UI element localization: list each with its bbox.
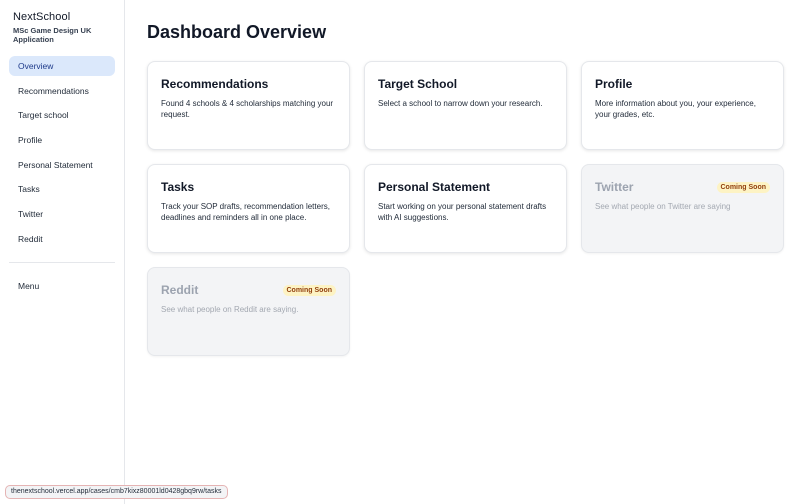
card-description: Track your SOP drafts, recommendation le…	[161, 202, 330, 222]
twitter-card: Twitter Coming Soon See what people on T…	[581, 164, 784, 253]
sidebar-item-tasks[interactable]: Tasks	[9, 179, 115, 199]
reddit-card: Reddit Coming Soon See what people on Re…	[147, 267, 350, 356]
link-preview-url: thenextschool.vercel.app/cases/cmb7kixz8…	[5, 485, 228, 499]
sidebar-item-target-school[interactable]: Target school	[9, 105, 115, 125]
card-description: More information about you, your experie…	[595, 99, 756, 119]
card-description: Start working on your personal statement…	[378, 202, 547, 222]
menu-button[interactable]: Menu	[9, 276, 115, 296]
brand: NextSchool MSc Game Design UK Applicatio…	[13, 11, 118, 44]
card-description: Found 4 schools & 4 scholarships matchin…	[161, 99, 334, 119]
card-title: Profile	[595, 77, 633, 91]
card-title: Tasks	[161, 180, 195, 194]
application-name: MSc Game Design UK Application	[13, 26, 92, 44]
sidebar-item-personal-statement[interactable]: Personal Statement	[9, 155, 115, 175]
sidebar-item-overview[interactable]: Overview	[9, 56, 115, 76]
sidebar-nav: Overview Recommendations Target school P…	[9, 56, 115, 254]
sidebar-divider	[9, 262, 115, 263]
card-title: Twitter	[595, 180, 634, 194]
brand-name[interactable]: NextSchool	[13, 11, 118, 23]
card-description: Select a school to narrow down your rese…	[378, 99, 543, 108]
card-title: Personal Statement	[378, 180, 491, 194]
card-title: Recommendations	[161, 77, 269, 91]
card-title: Reddit	[161, 283, 199, 297]
coming-soon-badge: Coming Soon	[282, 284, 336, 296]
sidebar-item-profile[interactable]: Profile	[9, 130, 115, 150]
sidebar-item-recommendations[interactable]: Recommendations	[9, 81, 115, 101]
target-school-card[interactable]: Target School Select a school to narrow …	[364, 61, 567, 150]
page-title: Dashboard Overview	[147, 22, 327, 42]
app-window: NextSchool MSc Game Design UK Applicatio…	[0, 0, 806, 504]
sidebar: NextSchool MSc Game Design UK Applicatio…	[0, 0, 125, 504]
profile-card[interactable]: Profile More information about you, your…	[581, 61, 784, 150]
card-title: Target School	[378, 77, 458, 91]
card-description: See what people on Reddit are saying.	[161, 305, 299, 314]
tasks-card[interactable]: Tasks Track your SOP drafts, recommendat…	[147, 164, 350, 253]
sidebar-item-twitter[interactable]: Twitter	[9, 204, 115, 224]
personal-statement-card[interactable]: Personal Statement Start working on your…	[364, 164, 567, 253]
sidebar-item-reddit[interactable]: Reddit	[9, 229, 115, 249]
coming-soon-badge: Coming Soon	[716, 181, 770, 193]
recommendations-card[interactable]: Recommendations Found 4 schools & 4 scho…	[147, 61, 350, 150]
card-description: See what people on Twitter are saying	[595, 202, 731, 211]
